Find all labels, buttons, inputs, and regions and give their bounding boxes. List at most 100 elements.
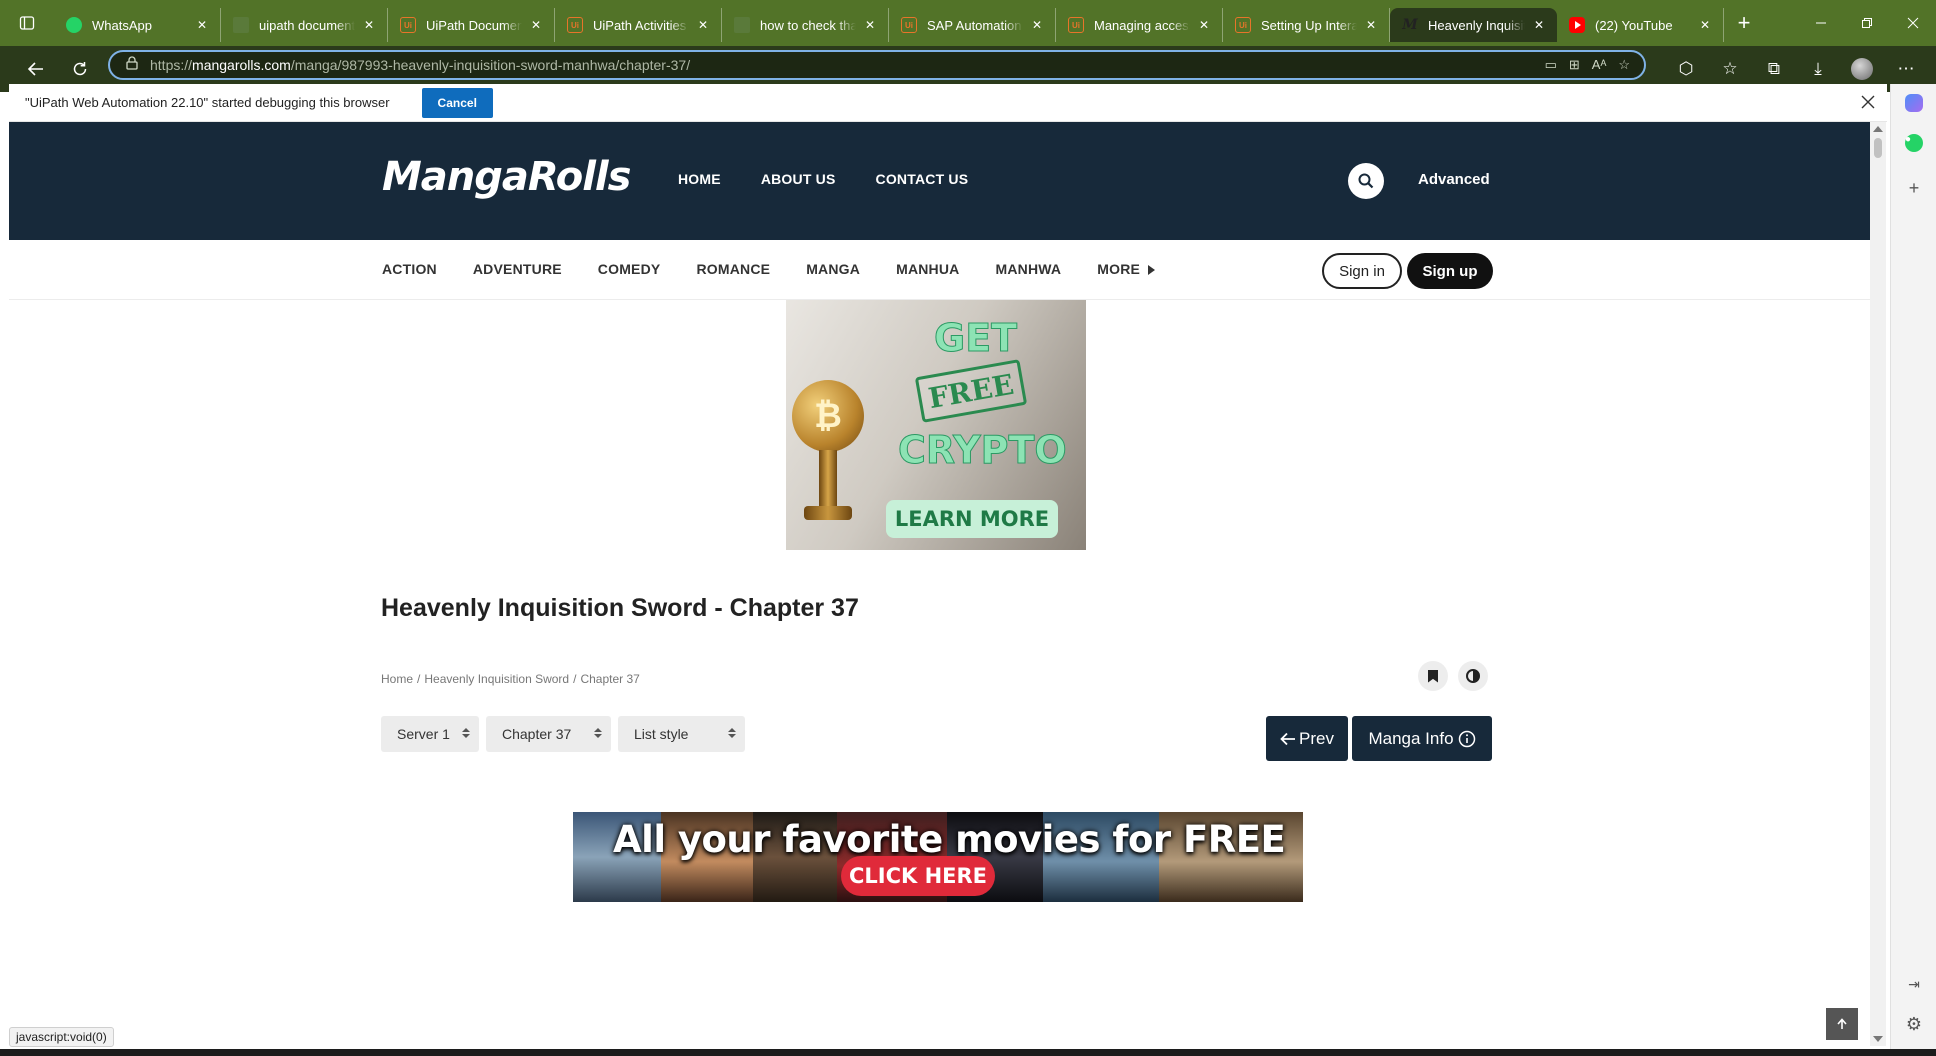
select-caret-icon xyxy=(728,728,736,738)
nav-home-link[interactable]: HOME xyxy=(678,171,721,187)
copilot-button[interactable] xyxy=(1902,91,1926,115)
browser-tab[interactable]: Ui UiPath Document U ✕ xyxy=(388,8,555,42)
arrow-left-icon xyxy=(1280,732,1296,745)
favorites-icon: ☆ xyxy=(1722,59,1738,78)
address-bar-icons: ▭ ⊞ Aᴬ ☆ xyxy=(1545,57,1644,73)
browser-tab[interactable]: uipath documentati ✕ xyxy=(221,8,388,42)
close-infobar-button[interactable] xyxy=(1861,92,1875,115)
sidebar-settings-button[interactable]: ⚙ xyxy=(1902,1012,1926,1036)
scroll-up-arrow[interactable] xyxy=(1873,126,1883,132)
browser-tab[interactable]: how to check that c ✕ xyxy=(722,8,889,42)
browser-tab[interactable]: Ui SAP Automation to ✕ xyxy=(889,8,1056,42)
tab-title: Setting Up Interact xyxy=(1261,17,1357,33)
movies-ad-banner[interactable]: All your favorite movies for FREE CLICK … xyxy=(573,812,1303,902)
scroll-down-arrow[interactable] xyxy=(1873,1036,1883,1042)
genre-link-action[interactable]: ACTION xyxy=(382,261,437,277)
browser-tab[interactable]: Ui UiPath Activities ✕ xyxy=(555,8,722,42)
close-icon xyxy=(1861,95,1875,109)
advanced-search-link[interactable]: Advanced xyxy=(1418,171,1490,188)
prev-chapter-button[interactable]: Prev xyxy=(1266,716,1348,761)
minimize-button[interactable] xyxy=(1798,0,1844,46)
tab-actions-button[interactable] xyxy=(0,0,54,46)
tab-close-icon[interactable]: ✕ xyxy=(1196,18,1212,32)
genre-link-manhua[interactable]: MANHUA xyxy=(896,261,959,277)
browser-tab[interactable]: Ui Setting Up Interact ✕ xyxy=(1223,8,1390,42)
info-icon xyxy=(1458,730,1475,747)
browser-tab[interactable]: WhatsApp ✕ xyxy=(54,8,221,42)
breadcrumb-separator: / xyxy=(417,672,421,686)
server-select[interactable]: Server 1 xyxy=(381,716,479,752)
uipath-icon: Ui xyxy=(567,17,583,33)
new-tab-button[interactable]: + xyxy=(1724,10,1764,36)
restore-button[interactable] xyxy=(1844,0,1890,46)
nav-about-link[interactable]: ABOUT US xyxy=(761,171,836,187)
breadcrumb-home[interactable]: Home xyxy=(381,672,413,686)
dark-mode-toggle[interactable] xyxy=(1458,661,1488,691)
ad-click-here-button[interactable]: CLICK HERE xyxy=(841,856,995,896)
add-favorite-icon[interactable]: ☆ xyxy=(1618,57,1630,73)
manga-info-label: Manga Info xyxy=(1368,728,1454,748)
address-bar[interactable]: https://mangarolls.com/manga/987993-heav… xyxy=(108,50,1646,80)
hide-sidebar-button[interactable]: ⇥ xyxy=(1902,972,1926,996)
ad-crypto-text: CRYPTO xyxy=(898,428,1068,473)
back-button[interactable] xyxy=(14,51,58,87)
download-icon: ⤓ xyxy=(1814,59,1822,78)
chapter-select[interactable]: Chapter 37 xyxy=(486,716,611,752)
tab-close-icon[interactable]: ✕ xyxy=(1697,18,1713,32)
breadcrumb-series[interactable]: Heavenly Inquisition Sword xyxy=(424,672,569,686)
close-window-button[interactable] xyxy=(1890,0,1936,46)
genre-link-adventure[interactable]: ADVENTURE xyxy=(473,261,562,277)
search-button[interactable] xyxy=(1348,163,1384,199)
page-scrollbar[interactable] xyxy=(1870,122,1886,1046)
reload-button[interactable] xyxy=(58,51,102,87)
genre-link-manhwa[interactable]: MANHWA xyxy=(996,261,1062,277)
close-icon xyxy=(1907,17,1919,29)
select-caret-icon xyxy=(594,728,602,738)
tab-close-icon[interactable]: ✕ xyxy=(528,18,544,32)
back-to-top-button[interactable] xyxy=(1826,1008,1858,1040)
tab-close-icon[interactable]: ✕ xyxy=(361,18,377,32)
immersive-reader-icon[interactable]: ▭ xyxy=(1545,57,1557,73)
scroll-thumb[interactable] xyxy=(1874,138,1882,158)
nav-contact-link[interactable]: CONTACT US xyxy=(876,171,969,187)
sign-up-button[interactable]: Sign up xyxy=(1407,253,1493,289)
genre-list: ACTION ADVENTURE COMEDY ROMANCE MANGA MANHUA M… xyxy=(382,261,1191,277)
main-nav: HOME ABOUT US CONTACT US xyxy=(678,171,968,187)
bookmark-button[interactable] xyxy=(1418,661,1448,691)
reading-style-select[interactable]: List style xyxy=(618,716,745,752)
tab-close-icon[interactable]: ✕ xyxy=(862,18,878,32)
prev-label: Prev xyxy=(1299,728,1334,748)
breadcrumb-chapter: Chapter 37 xyxy=(580,672,640,686)
whatsapp-sidebar-button[interactable]: ● xyxy=(1902,131,1926,155)
tab-close-icon[interactable]: ✕ xyxy=(194,18,210,32)
infobar-message: "UiPath Web Automation 22.10" started de… xyxy=(25,95,390,110)
cancel-debug-button[interactable]: Cancel xyxy=(421,87,493,118)
tab-title: uipath documentati xyxy=(259,17,355,33)
ad-learn-more-button[interactable]: LEARN MORE xyxy=(886,500,1058,538)
sign-in-button[interactable]: Sign in xyxy=(1322,253,1402,289)
server-select-value: Server 1 xyxy=(397,726,450,742)
add-sidebar-app-button[interactable]: + xyxy=(1902,176,1926,200)
tab-close-icon[interactable]: ✕ xyxy=(695,18,711,32)
genre-bar: ACTION ADVENTURE COMEDY ROMANCE MANGA MANHUA M… xyxy=(9,240,1870,300)
breadcrumb: Home / Heavenly Inquisition Sword / Chapte… xyxy=(381,672,640,686)
collections-icon: ⧉ xyxy=(1767,59,1781,78)
tab-close-icon[interactable]: ✕ xyxy=(1531,18,1547,32)
genre-link-manga[interactable]: MANGA xyxy=(806,261,860,277)
browser-tab[interactable]: M Heavenly Inquisitio ✕ xyxy=(1390,8,1557,42)
chapter-select-value: Chapter 37 xyxy=(502,726,572,742)
browser-tab[interactable]: (22) YouTube ✕ xyxy=(1557,8,1724,42)
tab-title: how to check that c xyxy=(760,17,856,33)
whatsapp-icon: ● xyxy=(1905,134,1923,152)
read-aloud-icon[interactable]: Aᴬ xyxy=(1592,57,1607,73)
apps-icon[interactable]: ⊞ xyxy=(1569,57,1580,73)
crypto-ad-banner[interactable]: ₿ GET FREE CRYPTO LEARN MORE xyxy=(786,300,1086,550)
manga-info-button[interactable]: Manga Info xyxy=(1352,716,1492,761)
tab-close-icon[interactable]: ✕ xyxy=(1363,18,1379,32)
tab-close-icon[interactable]: ✕ xyxy=(1029,18,1045,32)
genre-link-comedy[interactable]: COMEDY xyxy=(598,261,661,277)
site-logo[interactable]: MangaRolls xyxy=(382,154,631,200)
genre-more-menu[interactable]: MORE xyxy=(1097,261,1156,277)
browser-tab[interactable]: Ui Managing access a ✕ xyxy=(1056,8,1223,42)
genre-link-romance[interactable]: ROMANCE xyxy=(696,261,770,277)
